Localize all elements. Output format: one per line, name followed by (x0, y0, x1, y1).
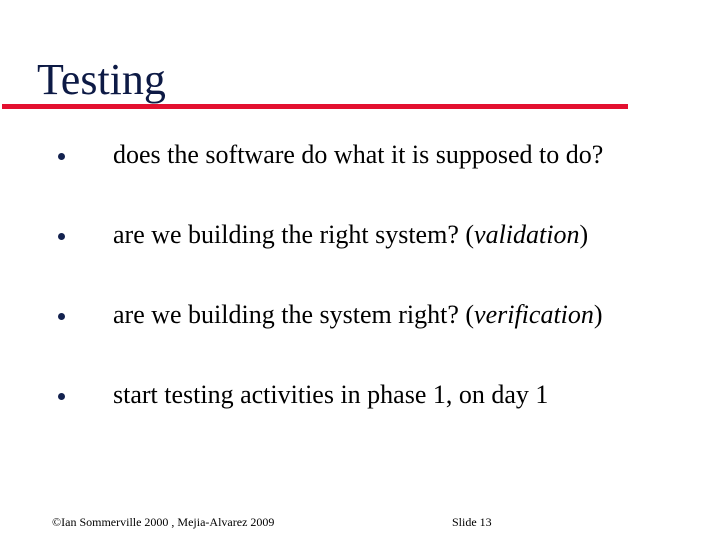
bullet-text: does the software do what it is supposed… (113, 140, 604, 169)
bullet-text: start testing activities in phase 1, on … (113, 380, 549, 409)
bullet-icon (58, 393, 65, 400)
bullet-icon (58, 233, 65, 240)
bullet-text: are we building the right system? (valid… (113, 220, 589, 249)
slide-title: Testing (37, 55, 166, 104)
footer-slide-number: Slide 13 (452, 515, 492, 529)
title-underline (2, 104, 628, 109)
footer-copyright: ©Ian Sommerville 2000 , Mejia-Alvarez 20… (52, 515, 275, 529)
bullet-icon (58, 153, 65, 160)
emphasis-verification: verification (474, 300, 594, 329)
bullet-text: are we building the system right? (verif… (113, 300, 603, 329)
emphasis-validation: validation (474, 220, 580, 249)
bullet-icon (58, 313, 65, 320)
